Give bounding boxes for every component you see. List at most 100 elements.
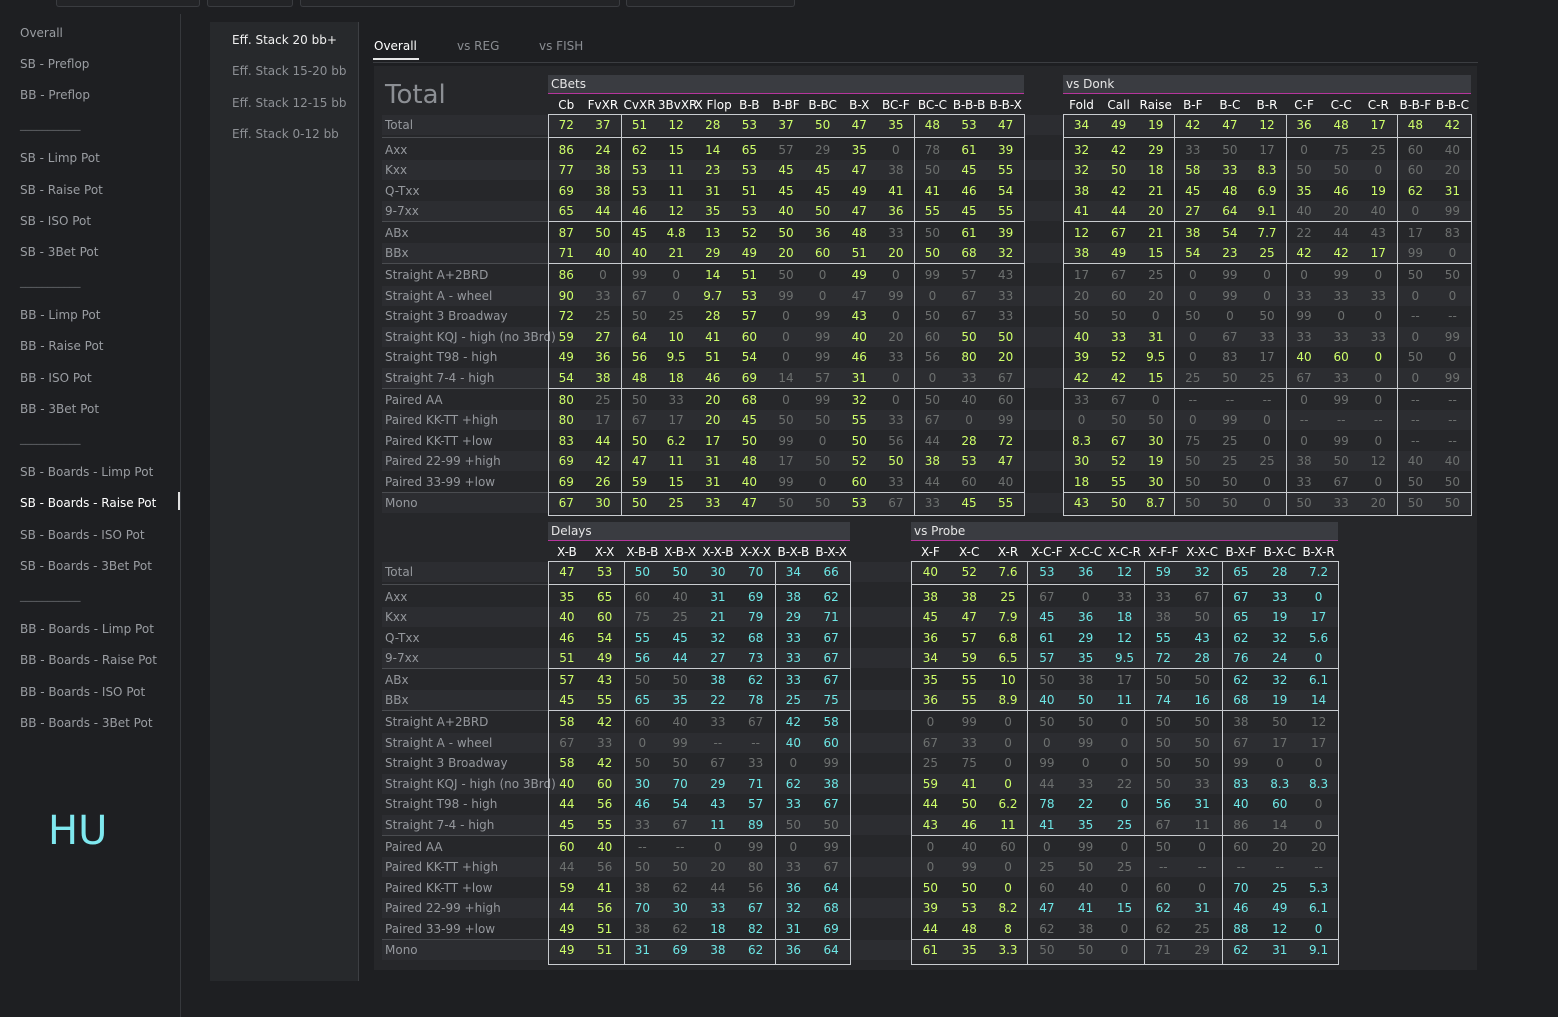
cell-delays-10-4: 29 bbox=[710, 777, 726, 791]
cell-delays-11-7: 67 bbox=[823, 797, 839, 811]
top-button-3[interactable] bbox=[300, 0, 620, 7]
cell-vs-donk-18-1: 50 bbox=[1110, 496, 1127, 510]
stack-item-3[interactable]: Eff. Stack 0-12 bb bbox=[232, 127, 339, 141]
cell-vs-donk-1-3: 33 bbox=[1185, 143, 1201, 157]
cell-vs-donk-5-8: 43 bbox=[1370, 226, 1386, 240]
cell-cbets-16-6: 17 bbox=[778, 454, 794, 468]
cell-vs-probe-1-3: 67 bbox=[1039, 590, 1055, 604]
cell-cbets-7-5: 51 bbox=[741, 268, 757, 282]
cell-cbets-2-3: 11 bbox=[668, 163, 684, 177]
cell-delays-1-0: 35 bbox=[559, 590, 575, 604]
sidebar-item-bb-boards-3bet-pot[interactable]: BB - Boards - 3Bet Pot bbox=[20, 716, 153, 730]
cell-vs-probe-6-9: 19 bbox=[1272, 693, 1288, 707]
col-header-vs-probe-x-x-c: X-X-C bbox=[1186, 545, 1218, 559]
col-header-vs-probe-x-f: X-F bbox=[920, 545, 940, 559]
sidebar-item-overall[interactable]: Overall bbox=[20, 26, 63, 40]
cell-delays-8-1: 33 bbox=[596, 736, 613, 750]
cell-cbets-6-9: 20 bbox=[888, 246, 904, 260]
cell-vs-probe-11-7: 31 bbox=[1194, 797, 1210, 811]
cell-vs-probe-13-9: 20 bbox=[1272, 840, 1288, 854]
sidebar-item-bb-raise-pot[interactable]: BB - Raise Pot bbox=[20, 339, 104, 353]
cell-vs-donk-17-10: 50 bbox=[1444, 475, 1461, 489]
cell-vs-probe-2-0: 45 bbox=[922, 610, 939, 624]
cell-vs-probe-6-7: 16 bbox=[1194, 693, 1210, 707]
cell-vs-probe-16-5: 15 bbox=[1116, 901, 1133, 915]
cell-vs-donk-12-1: 42 bbox=[1110, 371, 1127, 385]
row-label-bottom-1: Axx bbox=[385, 590, 408, 604]
cell-cbets-6-7: 60 bbox=[814, 246, 831, 260]
sidebar-item-sb-boards-raise-pot[interactable]: SB - Boards - Raise Pot bbox=[20, 496, 156, 510]
cell-vs-probe-18-10: 9.1 bbox=[1309, 943, 1329, 957]
cell-vs-probe-14-5: 25 bbox=[1116, 860, 1133, 874]
cell-delays-0-7: 66 bbox=[823, 565, 839, 579]
cell-delays-11-3: 54 bbox=[672, 797, 688, 811]
sidebar-item-sb-3bet-pot[interactable]: SB - 3Bet Pot bbox=[20, 245, 98, 259]
row-separator bbox=[382, 388, 548, 389]
row-label-top-12: Straight 7-4 - high bbox=[385, 371, 495, 385]
cell-cbets-5-9: 33 bbox=[888, 226, 904, 240]
cell-delays-1-3: 40 bbox=[672, 590, 688, 604]
row-label-bottom-3: Q-Txx bbox=[385, 631, 420, 645]
cell-vs-donk-5-6: 22 bbox=[1296, 226, 1312, 240]
sidebar-item-bb-preflop[interactable]: BB - Preflop bbox=[20, 88, 90, 102]
cell-vs-donk-9-9: -- bbox=[1411, 309, 1420, 323]
sidebar-item-sb-preflop[interactable]: SB - Preflop bbox=[20, 57, 89, 71]
cell-cbets-15-10: 44 bbox=[924, 434, 941, 448]
cell-cbets-16-0: 69 bbox=[558, 454, 574, 468]
sidebar-item-sb-limp-pot[interactable]: SB - Limp Pot bbox=[20, 151, 100, 165]
cell-cbets-3-2: 53 bbox=[631, 184, 648, 198]
cell-vs-probe-17-7: 25 bbox=[1194, 922, 1210, 936]
cell-vs-probe-16-4: 41 bbox=[1078, 901, 1094, 915]
cell-delays-14-1: 56 bbox=[596, 860, 613, 874]
cell-cbets-8-4: 9.7 bbox=[703, 289, 723, 303]
top-button-2[interactable] bbox=[207, 0, 293, 7]
cell-vs-probe-18-2: 3.3 bbox=[998, 943, 1018, 957]
cell-vs-donk-6-10: 0 bbox=[1448, 246, 1457, 260]
cell-vs-probe-13-8: 60 bbox=[1233, 840, 1249, 854]
sidebar-item-sb-boards-limp-pot[interactable]: SB - Boards - Limp Pot bbox=[20, 465, 153, 479]
cell-delays-9-1: 42 bbox=[596, 756, 613, 770]
cell-vs-probe-11-4: 22 bbox=[1078, 797, 1094, 811]
sidebar-item-bb-boards-raise-pot[interactable]: BB - Boards - Raise Pot bbox=[20, 653, 157, 667]
row-separator bbox=[911, 939, 1338, 940]
cell-vs-probe-11-8: 40 bbox=[1233, 797, 1249, 811]
sidebar-item-sb-boards-iso-pot[interactable]: SB - Boards - ISO Pot bbox=[20, 528, 145, 542]
cell-cbets-10-5: 60 bbox=[741, 330, 757, 344]
tab-vs-reg[interactable]: vs REG bbox=[457, 39, 499, 53]
cell-delays-1-2: 60 bbox=[634, 590, 651, 604]
cell-vs-donk-12-10: 99 bbox=[1444, 371, 1461, 385]
sidebar-item-bb-boards-limp-pot[interactable]: BB - Boards - Limp Pot bbox=[20, 622, 154, 636]
cell-delays-5-3: 50 bbox=[672, 673, 688, 687]
sidebar-item-bb-3bet-pot[interactable]: BB - 3Bet Pot bbox=[20, 402, 99, 416]
sidebar-item-sb-iso-pot[interactable]: SB - ISO Pot bbox=[20, 214, 91, 228]
sidebar-item-bb-boards-iso-pot[interactable]: BB - Boards - ISO Pot bbox=[20, 685, 145, 699]
sidebar-item-sb-raise-pot[interactable]: SB - Raise Pot bbox=[20, 183, 103, 197]
cell-cbets-11-12: 20 bbox=[998, 350, 1014, 364]
cell-cbets-10-8: 40 bbox=[851, 330, 867, 344]
cell-vs-donk-14-7: -- bbox=[1336, 413, 1346, 427]
cell-vs-donk-10-6: 33 bbox=[1296, 330, 1312, 344]
row-label-top-10: Straight KQJ - high (no 3Brd) bbox=[385, 330, 556, 344]
cell-delays-14-7: 67 bbox=[823, 860, 839, 874]
sidebar-item-bb-iso-pot[interactable]: BB - ISO Pot bbox=[20, 371, 92, 385]
cell-cbets-5-10: 50 bbox=[924, 226, 941, 240]
stack-item-2[interactable]: Eff. Stack 12-15 bb bbox=[232, 96, 346, 110]
cell-vs-donk-8-8: 33 bbox=[1370, 289, 1386, 303]
cell-delays-0-2: 50 bbox=[634, 565, 651, 579]
stack-item-0[interactable]: Eff. Stack 20 bb+ bbox=[232, 33, 337, 47]
sidebar-item-sb-boards-3bet-pot[interactable]: SB - Boards - 3Bet Pot bbox=[20, 559, 152, 573]
cell-vs-donk-14-3: 0 bbox=[1188, 413, 1197, 427]
top-button-1[interactable] bbox=[56, 0, 200, 7]
tab-overall[interactable]: Overall bbox=[374, 39, 417, 53]
top-button-4[interactable] bbox=[626, 0, 795, 7]
row-label-top-7: Straight A+2BRD bbox=[385, 268, 489, 282]
cell-vs-probe-0-5: 12 bbox=[1116, 565, 1133, 579]
cell-cbets-15-8: 50 bbox=[851, 434, 867, 448]
sidebar-item-bb-limp-pot[interactable]: BB - Limp Pot bbox=[20, 308, 100, 322]
tab-vs-fish[interactable]: vs FISH bbox=[539, 39, 583, 53]
cell-delays-4-1: 49 bbox=[596, 651, 613, 665]
cell-vs-probe-3-9: 32 bbox=[1272, 631, 1288, 645]
stack-item-1[interactable]: Eff. Stack 15-20 bb bbox=[232, 64, 346, 78]
cell-vs-probe-12-10: 0 bbox=[1314, 818, 1323, 832]
cell-vs-donk-4-2: 20 bbox=[1148, 204, 1164, 218]
